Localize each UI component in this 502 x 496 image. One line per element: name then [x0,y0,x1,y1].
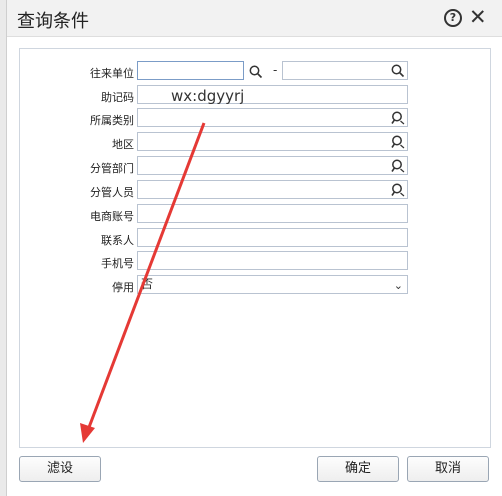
lookup-icon[interactable] [391,135,405,149]
disabled-select[interactable]: 否 ⌄ [137,275,408,294]
department-input[interactable] [137,156,408,175]
dialog-title: 查询条件 [17,11,89,32]
label-staff: 分管人员 [90,186,134,199]
staff-input[interactable] [137,180,408,199]
mobile-input[interactable] [137,251,408,270]
contact-input[interactable] [137,228,408,247]
search-icon[interactable] [249,65,263,79]
range-separator: - [273,63,278,77]
label-mnemonic: 助记码 [101,91,134,104]
partner-from-input[interactable] [137,61,244,80]
conditions-panel: 往来单位 - 助记码 所属类别 地区 分管部门 分管人员 电商账号 联系人 手机… [19,48,491,448]
help-icon[interactable]: ? [444,9,462,27]
category-input[interactable] [137,108,408,127]
chevron-down-icon: ⌄ [393,279,403,292]
lookup-icon[interactable] [391,183,405,197]
lookup-icon[interactable] [391,159,405,173]
watermark-text: wx:dgyyrj [171,87,245,105]
ok-button[interactable]: 确定 [317,456,399,482]
cancel-button[interactable]: 取消 [407,456,489,482]
query-dialog: 查询条件 ? ✕ 往来单位 - 助记码 所属类别 地区 分管部门 分管人员 电商… [6,0,502,496]
label-ecommerce-account: 电商账号 [90,210,134,223]
search-icon[interactable] [391,64,405,78]
label-contact: 联系人 [101,234,134,247]
label-department: 分管部门 [90,162,134,175]
label-partner: 往来单位 [90,67,134,80]
ecommerce-account-input[interactable] [137,204,408,223]
dialog-titlebar: 查询条件 ? ✕ [7,0,502,37]
label-disabled: 停用 [112,281,134,294]
label-region: 地区 [112,138,134,151]
lookup-icon[interactable] [391,111,405,125]
close-icon[interactable]: ✕ [469,5,487,29]
region-input[interactable] [137,132,408,151]
filter-settings-button[interactable]: 滤设 [19,456,101,482]
disabled-select-value: 否 [141,277,154,291]
label-mobile: 手机号 [101,257,134,270]
label-category: 所属类别 [90,114,134,127]
partner-to-input[interactable] [282,61,408,80]
